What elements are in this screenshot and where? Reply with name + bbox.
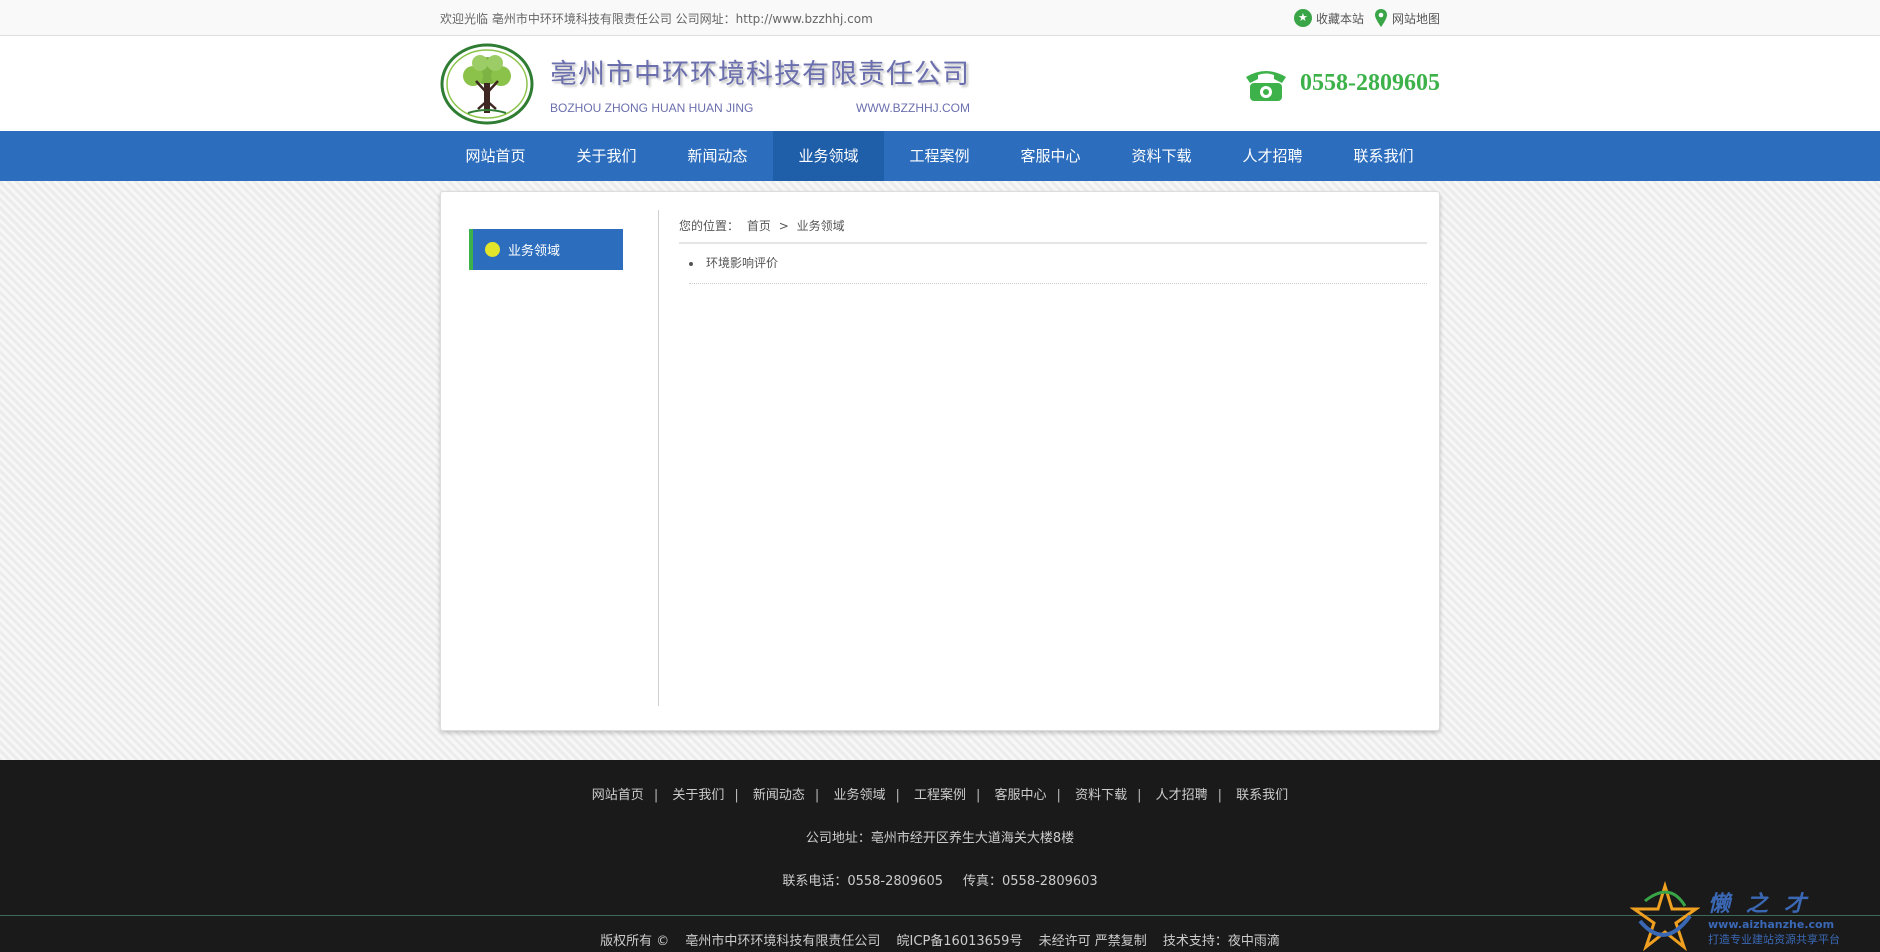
favorite-label: 收藏本站 [1315,11,1364,26]
footer-divider [0,915,1880,916]
copy-notice: 未经许可 严禁复制 [1038,934,1147,949]
star-swirl-logo-icon [1630,881,1700,951]
footer-tel: 联系电话：0558-2809605 [782,874,943,889]
nav-item-news[interactable]: 新闻动态 [662,131,773,181]
footer-link-business[interactable]: 业务领域 [833,788,885,803]
footer-link-home[interactable]: 网站首页 [592,788,644,803]
footer-contact: 联系电话：0558-2809605 传真：0558-2809603 [0,870,1880,889]
company-domain: WWW.BZZHHJ.COM [856,101,970,115]
sidebar-item-label: 业务领域 [508,244,561,259]
copyright-company: 亳州市中环环境科技有限责任公司 [685,934,881,949]
breadcrumb: 您的位置： 首页 > 业务领域 [679,210,1427,244]
site-header: 亳州市中环环境科技有限责任公司 BOZHOU ZHONG HUAN HUAN J… [0,36,1880,131]
welcome-text: 欢迎光临 亳州市中环环境科技有限责任公司 公司网址：http://www.bzz… [440,11,873,26]
watermark: 懒之才 www.aizhanzhe.com 打造专业建站资源共享平台 [1630,880,1870,952]
tech-support: 技术支持：夜中雨滴 [1162,934,1280,949]
company-name-en: BOZHOU ZHONG HUAN HUAN JING [550,101,754,115]
footer-link-contact[interactable]: 联系我们 [1236,788,1288,803]
main-nav: 网站首页 关于我们 新闻动态 业务领域 工程案例 客服中心 资料下载 人才招聘 … [0,131,1880,181]
sitemap-link[interactable]: 网站地图 [1374,9,1440,27]
star-icon: ★ [1293,9,1312,27]
footer-link-news[interactable]: 新闻动态 [753,788,805,803]
sitemap-label: 网站地图 [1391,11,1440,26]
brand[interactable]: 亳州市中环环境科技有限责任公司 BOZHOU ZHONG HUAN HUAN J… [440,43,970,125]
nav-item-business[interactable]: 业务领域 [773,131,884,181]
company-name: 亳州市中环环境科技有限责任公司 [550,59,970,90]
nav-item-contact[interactable]: 联系我们 [1328,131,1439,181]
breadcrumb-prefix: 您的位置： [679,219,740,233]
sidebar-item-business[interactable]: 业务领域 [469,229,623,270]
tree-logo-icon [440,43,534,124]
breadcrumb-separator: > [778,219,789,233]
nav-item-about[interactable]: 关于我们 [551,131,662,181]
site-footer: 网站首页 | 关于我们 | 新闻动态 | 业务领域 | 工程案例 | 客服中心 | 资料下载… [0,760,1880,952]
location-pin-icon [1374,9,1387,27]
favorite-link[interactable]: ★ 收藏本站 [1293,9,1364,27]
article-list: 环境影响评价 [679,244,1427,284]
list-item[interactable]: 环境影响评价 [689,254,1427,284]
nav-item-jobs[interactable]: 人才招聘 [1217,131,1328,181]
bullet-icon [485,242,500,257]
top-bar: 欢迎光临 亳州市中环环境科技有限责任公司 公司网址：http://www.bzz… [0,0,1880,36]
copyright-label: 版权所有 © [600,934,670,949]
telephone-icon [1246,70,1286,101]
content-area: 您的位置： 首页 > 业务领域 环境影响评价 [659,210,1427,706]
footer-link-downloads[interactable]: 资料下载 [1075,788,1127,803]
copyright-line: 版权所有 © 亳州市中环环境科技有限责任公司 皖ICP备16013659号 未经… [0,930,1880,949]
footer-nav: 网站首页 | 关于我们 | 新闻动态 | 业务领域 | 工程案例 | 客服中心 | 资料下载… [591,788,1289,803]
nav-item-home[interactable]: 网站首页 [440,131,551,181]
footer-link-cases[interactable]: 工程案例 [914,788,966,803]
phone-number: 0558-2809605 [1300,70,1440,96]
sidebar: 业务领域 [469,210,659,706]
phone-contact: 0558-2809605 [1242,63,1440,105]
footer-link-jobs[interactable]: 人才招聘 [1156,788,1208,803]
icp-number[interactable]: 皖ICP备16013659号 [897,934,1023,949]
footer-link-service[interactable]: 客服中心 [995,788,1047,803]
breadcrumb-home-link[interactable]: 首页 [747,219,771,233]
nav-item-service[interactable]: 客服中心 [995,131,1106,181]
footer-fax: 传真：0558-2809603 [963,874,1098,889]
nav-item-cases[interactable]: 工程案例 [884,131,995,181]
breadcrumb-current: 业务领域 [796,219,845,233]
footer-link-about[interactable]: 关于我们 [672,788,724,803]
watermark-slogan: 打造专业建站资源共享平台 [1708,932,1840,946]
watermark-title: 懒之才 [1708,891,1823,917]
footer-address: 公司地址：亳州市经开区养生大道海关大楼8楼 [805,831,1075,846]
content-panel: 业务领域 您的位置： 首页 > 业务领域 环境影响评价 [440,191,1440,731]
nav-item-downloads[interactable]: 资料下载 [1106,131,1217,181]
watermark-url: www.aizhanzhe.com [1708,917,1835,931]
